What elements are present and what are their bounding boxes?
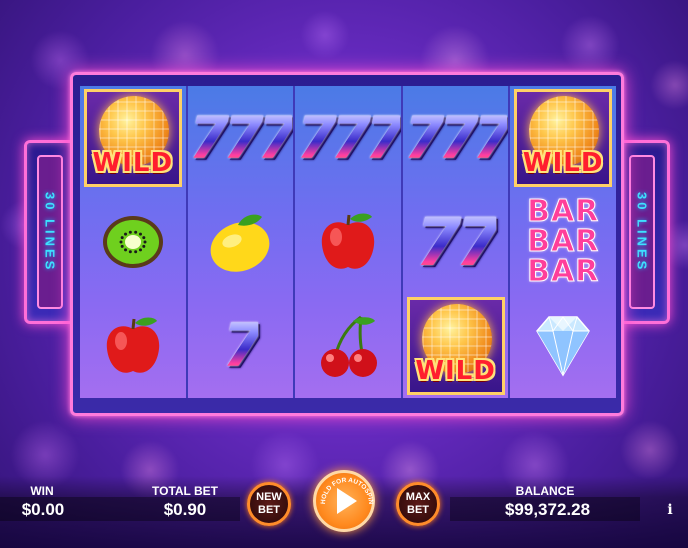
max-bet-button[interactable]: MAX BET	[396, 482, 440, 526]
reel-2: 777 7	[185, 86, 298, 398]
triple-bar-symbol: BAR BAR BAR	[510, 190, 616, 294]
sevens-label: 777	[188, 104, 298, 172]
sevens-symbol: 777	[295, 86, 405, 190]
max-bet-label: MAX BET	[405, 491, 431, 516]
paylines-panel-right: 30 LINES	[616, 140, 670, 324]
lemon-icon	[188, 190, 294, 294]
new-bet-button[interactable]: NEW BET	[247, 482, 291, 526]
bokeh-light	[620, 420, 680, 480]
sevens-label: 777	[404, 104, 513, 172]
bokeh-light	[560, 15, 620, 75]
sevens-symbol: 777	[403, 86, 513, 190]
info-icon[interactable]: i	[664, 502, 676, 518]
reels-grid: WILD 777 7 777 777 77 WILD WILD BAR BAR BAR	[80, 86, 616, 398]
wild-symbol: WILD	[403, 294, 509, 398]
balance-value: $99,372.28	[504, 500, 591, 519]
disco-ball-icon: WILD	[514, 89, 613, 187]
apple-icon	[80, 294, 186, 398]
disco-ball-icon: WILD	[406, 297, 505, 395]
total-bet-label: TOTAL BET	[152, 484, 218, 498]
bar-label: BAR	[527, 224, 600, 259]
sevens-symbol: 7	[188, 294, 294, 398]
reel-5: WILD BAR BAR BAR	[508, 86, 616, 398]
reel-3: 777	[293, 86, 406, 398]
paylines-label: 30 LINES	[634, 191, 650, 273]
sevens-label: 7	[222, 311, 265, 381]
disco-ball-icon: WILD	[83, 89, 182, 187]
wild-label: WILD	[522, 148, 604, 178]
bokeh-light	[650, 60, 688, 110]
new-bet-label: NEW BET	[256, 491, 282, 516]
cherry-icon	[295, 294, 401, 398]
wild-label: WILD	[92, 148, 174, 178]
svg-text:HOLD FOR AUTOSPIN: HOLD FOR AUTOSPIN	[320, 477, 374, 505]
sevens-label: 777	[296, 104, 405, 172]
autospin-hint: HOLD FOR AUTOSPIN	[320, 477, 374, 505]
wild-symbol: WILD	[80, 86, 186, 190]
diamond-icon	[510, 294, 616, 398]
total-bet-value: $0.90	[163, 500, 207, 519]
kiwi-icon	[80, 190, 186, 294]
apple-icon	[295, 190, 401, 294]
wild-label: WILD	[415, 356, 496, 386]
win-label: WIN	[30, 484, 54, 498]
spin-button[interactable]: HOLD FOR AUTOSPIN	[313, 470, 375, 532]
bokeh-light	[300, 10, 350, 60]
reel-1: WILD	[80, 86, 186, 398]
bar-label: BAR	[527, 254, 600, 289]
wild-symbol: WILD	[510, 86, 616, 190]
game-stage: 30 LINES 30 LINES WILD 777 7 777 777 77 WILD WI…	[0, 0, 688, 548]
bar-label: BAR	[527, 194, 600, 229]
reel-4: 777 77 WILD	[400, 86, 513, 398]
win-value: $0.00	[21, 500, 65, 519]
sevens-symbol: 777	[188, 86, 298, 190]
paylines-label: 30 LINES	[42, 191, 58, 273]
sevens-symbol: 77	[403, 190, 509, 294]
sevens-label: 77	[415, 203, 502, 281]
balance-label: BALANCE	[515, 484, 575, 498]
